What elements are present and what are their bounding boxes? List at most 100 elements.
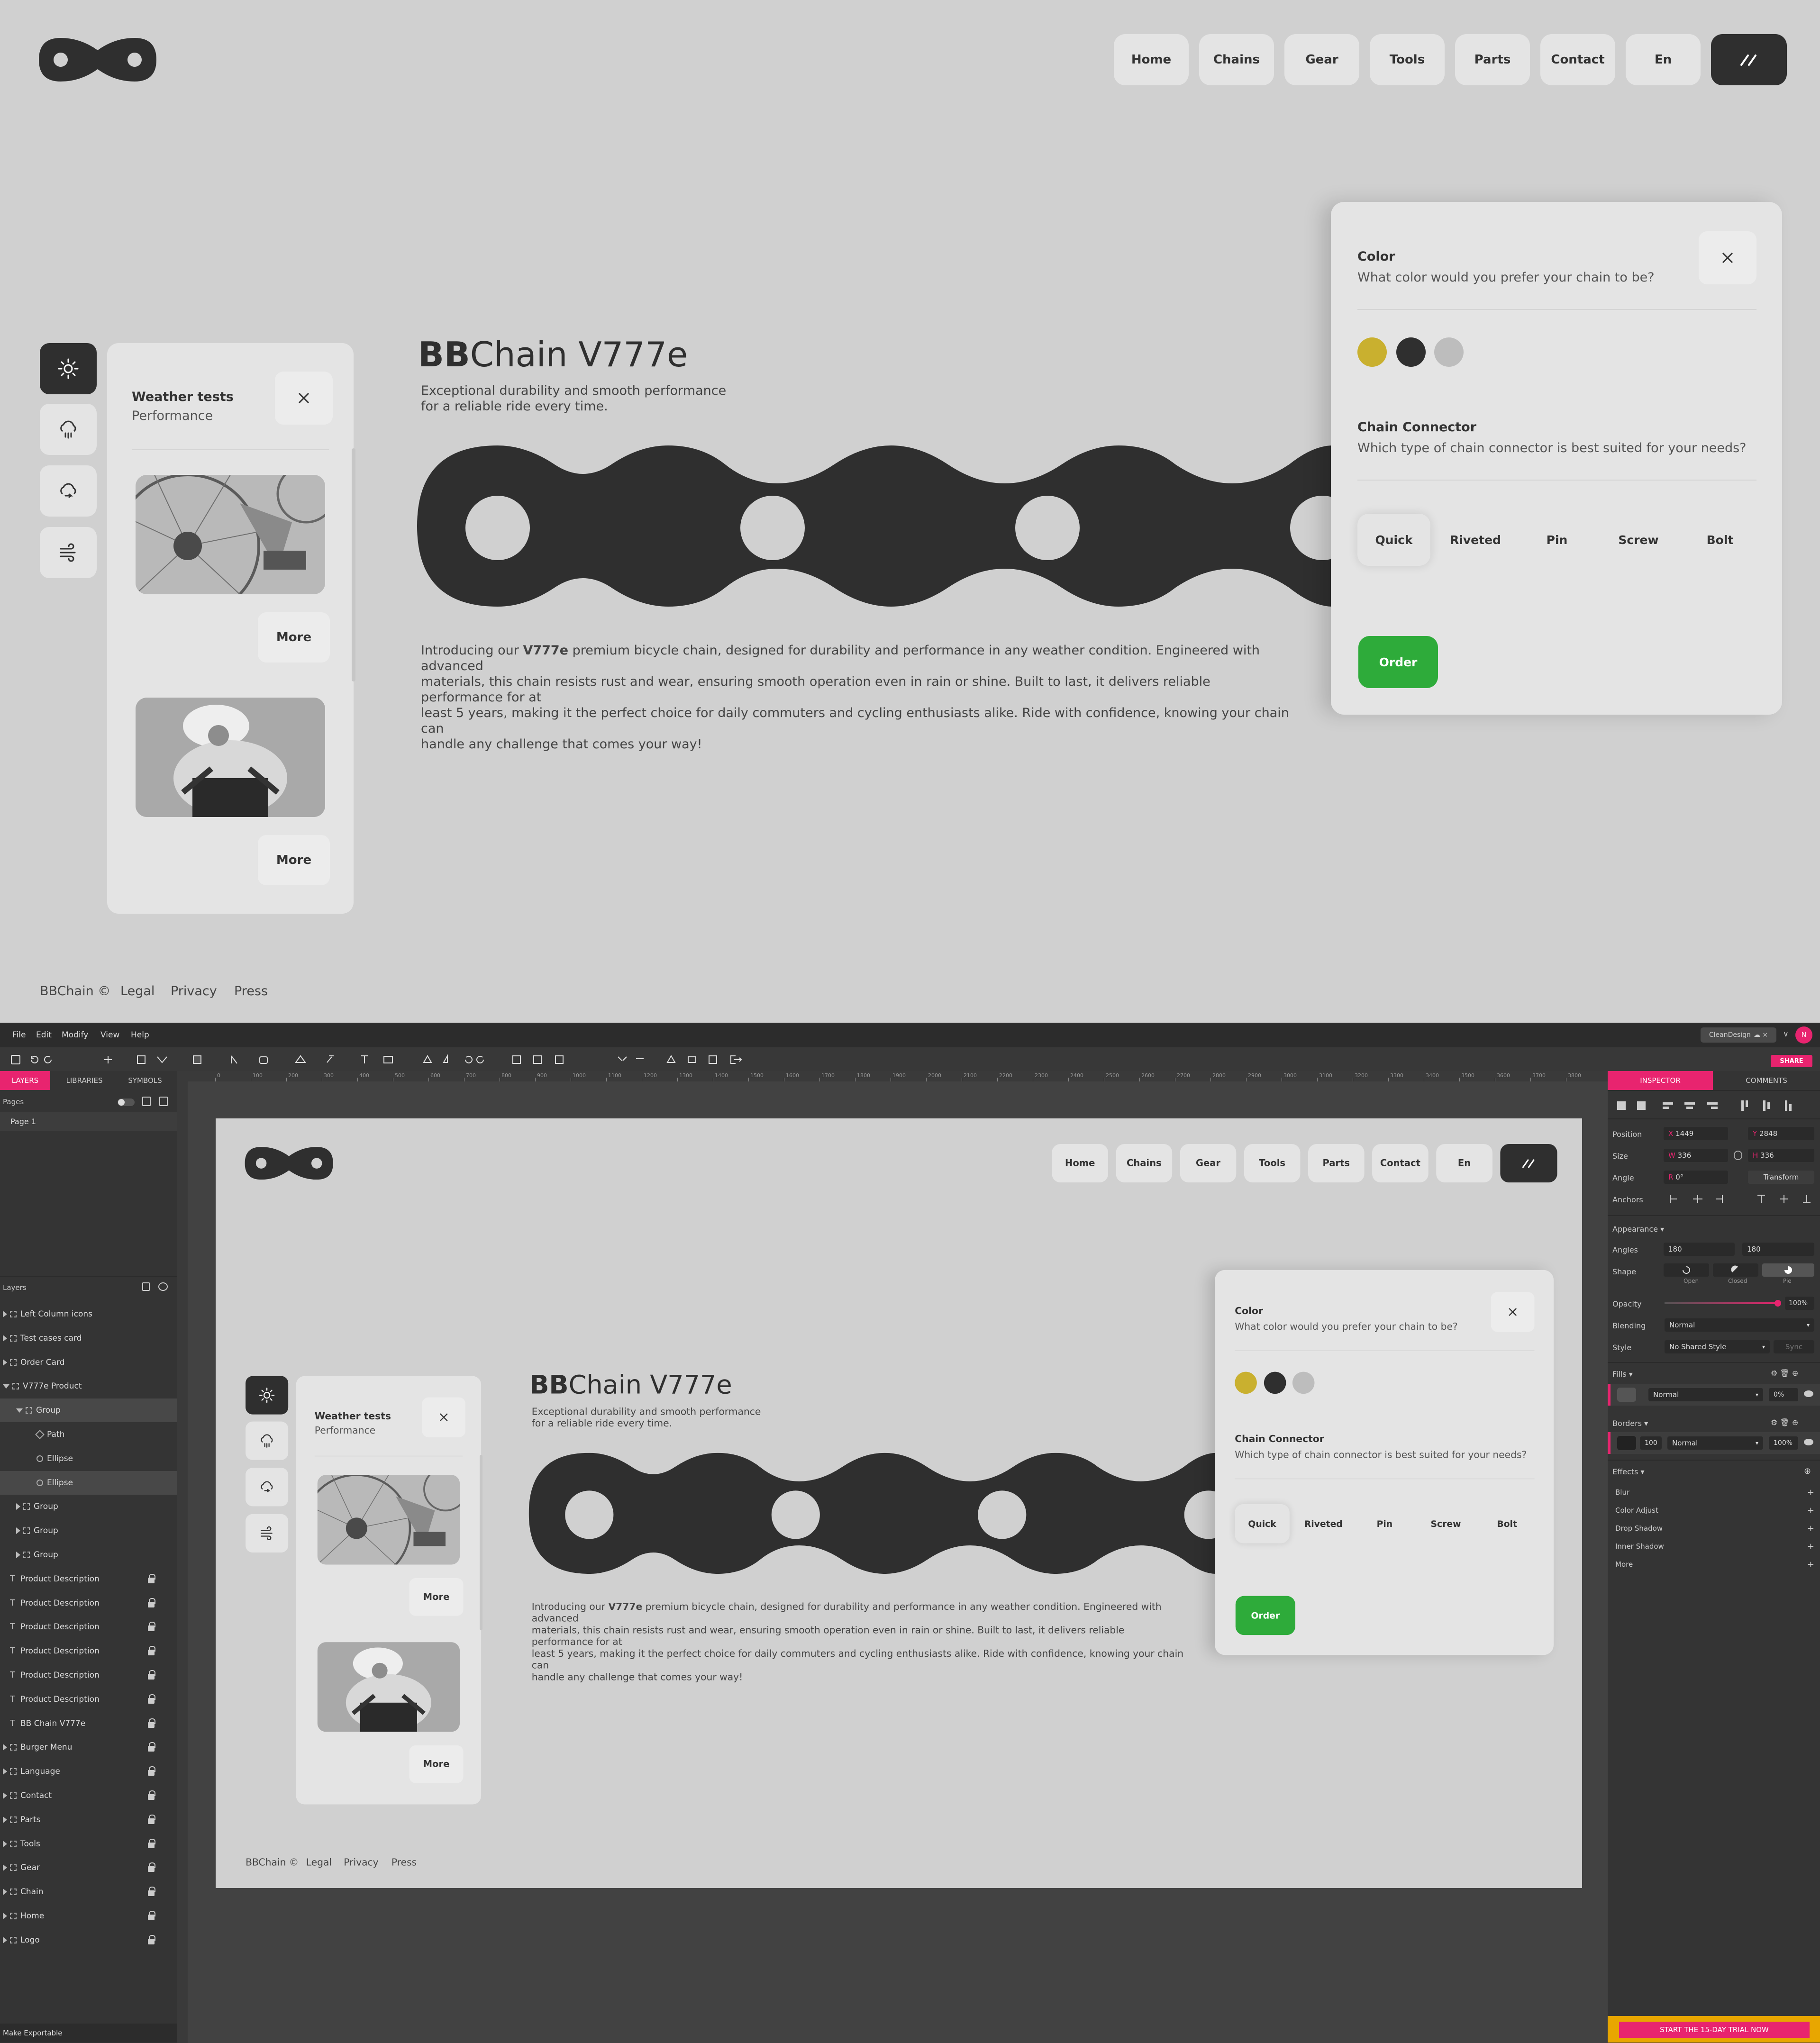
angle-field[interactable]: R 0° [1664, 1171, 1728, 1184]
collapsed-icon[interactable] [3, 1864, 7, 1871]
connector-riveted[interactable]: Riveted [1439, 514, 1512, 566]
layer-row[interactable]: T Product Description [0, 1591, 177, 1615]
color-swatch-grey[interactable] [1292, 1371, 1315, 1394]
user-avatar[interactable]: N [1795, 1026, 1812, 1044]
nav-tools[interactable]: Tools [1244, 1144, 1301, 1183]
make-exportable-bar[interactable]: Make Exportable [0, 2024, 177, 2043]
more-button[interactable]: More [409, 1578, 464, 1616]
connector-quick[interactable]: Quick [1357, 514, 1430, 566]
layer-row[interactable]: Burger Menu [0, 1735, 177, 1759]
chevron-down-icon[interactable]: ∨ [1783, 1029, 1789, 1038]
fill-blend-select[interactable]: Normal ▾ [1648, 1388, 1763, 1401]
effect-row[interactable]: Drop Shadow + [1608, 1520, 1820, 1536]
scrollbar[interactable] [352, 448, 355, 681]
layer-row[interactable]: Group [0, 1543, 177, 1567]
lock-icon[interactable] [148, 1742, 155, 1752]
collapsed-icon[interactable] [3, 1889, 7, 1896]
pages-toggle[interactable] [118, 1099, 135, 1106]
footer-press-link[interactable]: Press [391, 1857, 417, 1868]
footer-privacy-link[interactable]: Privacy [171, 984, 217, 999]
layer-row[interactable]: Logo [0, 1928, 177, 1952]
border-blend-select[interactable]: Normal ▾ [1667, 1436, 1763, 1450]
transform-button[interactable]: Transform [1748, 1171, 1814, 1184]
more-button[interactable]: More [258, 835, 330, 885]
more-button[interactable]: More [409, 1745, 464, 1783]
collapsed-icon[interactable] [3, 1792, 7, 1799]
burger-menu-button[interactable] [1500, 1144, 1557, 1183]
layer-row[interactable]: T Product Description [0, 1639, 177, 1663]
nav-gear[interactable]: Gear [1180, 1144, 1237, 1183]
layer-row[interactable]: Path [0, 1423, 177, 1446]
page-1-item[interactable]: Page 1 [0, 1112, 177, 1131]
angle-start-field[interactable]: 180 [1664, 1243, 1735, 1256]
connector-pin[interactable]: Pin [1520, 514, 1593, 566]
order-button[interactable]: Order [1235, 1596, 1295, 1635]
tab-symbols[interactable]: SYMBOLS [117, 1071, 173, 1090]
collapsed-icon[interactable] [16, 1503, 20, 1510]
collapsed-icon[interactable] [16, 1552, 20, 1558]
expanded-icon[interactable] [16, 1408, 23, 1413]
collapsed-icon[interactable] [3, 1816, 7, 1823]
menu-file[interactable]: File [12, 1030, 26, 1040]
opacity-field[interactable]: 100% [1785, 1297, 1814, 1310]
footer-legal-link[interactable]: Legal [120, 984, 155, 999]
collapsed-icon[interactable] [16, 1527, 20, 1535]
wind-tab[interactable] [246, 1514, 289, 1553]
start-trial-button[interactable]: START THE 15-DAY TRIAL NOW [1619, 2022, 1810, 2038]
layer-row[interactable]: Left Column icons [0, 1302, 177, 1326]
shape-closed-button[interactable] [1713, 1263, 1758, 1277]
layer-row[interactable]: Tools [0, 1832, 177, 1856]
lock-icon[interactable] [148, 1814, 155, 1824]
layer-row[interactable]: Language [0, 1760, 177, 1783]
weather-card-close-button[interactable] [422, 1397, 466, 1437]
anchor-controls[interactable] [1668, 1192, 1815, 1206]
effect-row[interactable]: Blur + [1608, 1484, 1820, 1500]
connector-quick[interactable]: Quick [1235, 1504, 1290, 1544]
connector-bolt[interactable]: Bolt [1684, 514, 1756, 566]
toolbar-icons[interactable] [10, 1054, 750, 1065]
color-swatch-black[interactable] [1264, 1371, 1286, 1394]
order-card-close-button[interactable] [1491, 1292, 1535, 1332]
bbchain-logo[interactable] [245, 1147, 333, 1180]
layer-row[interactable]: Order Card [0, 1351, 177, 1374]
layer-row[interactable]: V777e Product [0, 1374, 177, 1398]
collapsed-icon[interactable] [3, 1359, 7, 1366]
burger-menu-button[interactable] [1711, 34, 1787, 85]
footer-legal-link[interactable]: Legal [306, 1857, 332, 1868]
nav-parts[interactable]: Parts [1308, 1144, 1365, 1183]
cloud-tab[interactable] [246, 1468, 289, 1507]
connector-screw[interactable]: Screw [1602, 514, 1675, 566]
collapsed-icon[interactable] [3, 1768, 7, 1775]
nav-tools[interactable]: Tools [1370, 34, 1445, 85]
lock-icon[interactable] [148, 1911, 155, 1920]
tab-inspector[interactable]: INSPECTOR [1608, 1071, 1713, 1090]
sync-button[interactable]: Sync [1774, 1340, 1814, 1353]
border-opacity-field[interactable]: 100% [1769, 1436, 1798, 1450]
share-button[interactable]: SHARE [1771, 1055, 1812, 1067]
lock-icon[interactable] [148, 1862, 155, 1872]
lock-icon[interactable] [148, 1622, 155, 1632]
color-swatch-yellow[interactable] [1235, 1371, 1257, 1394]
connector-pin[interactable]: Pin [1357, 1504, 1412, 1544]
weather-card-close-button[interactable] [275, 372, 333, 425]
lock-icon[interactable] [148, 1887, 155, 1897]
lock-icon[interactable] [148, 1934, 155, 1944]
nav-language[interactable]: En [1626, 34, 1701, 85]
sun-tab[interactable] [246, 1376, 289, 1415]
slider-thumb[interactable] [1774, 1300, 1781, 1307]
menu-help[interactable]: Help [131, 1030, 149, 1040]
nav-chains[interactable]: Chains [1199, 34, 1274, 85]
trash-icon[interactable] [142, 1282, 150, 1291]
layer-options-icon[interactable] [158, 1282, 168, 1291]
add-effect-plus-icon[interactable]: + [1807, 1506, 1814, 1516]
layer-row[interactable]: T Product Description [0, 1567, 177, 1591]
canvas-artboard[interactable]: Home Chains Gear Tools Parts Contact En … [216, 1118, 1582, 1888]
lock-icon[interactable] [148, 1790, 155, 1800]
layer-row[interactable]: T Product Description [0, 1615, 177, 1639]
add-effect-plus-icon[interactable]: + [1807, 1524, 1814, 1534]
borders-label[interactable]: Borders ▾ [1612, 1419, 1648, 1428]
vertical-ruler[interactable] [177, 1081, 188, 2043]
wind-tab[interactable] [40, 527, 97, 578]
lock-icon[interactable] [148, 1598, 155, 1607]
scrollbar[interactable] [480, 1455, 483, 1630]
